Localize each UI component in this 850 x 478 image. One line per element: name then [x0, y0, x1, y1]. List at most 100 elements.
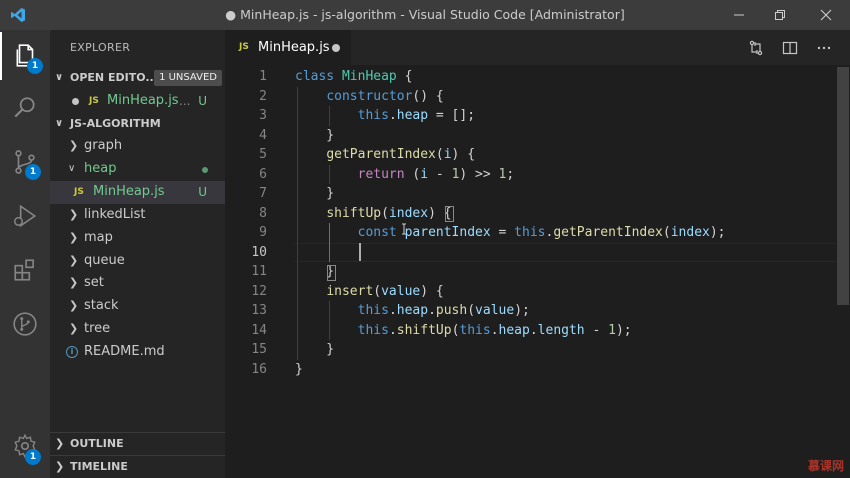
- outline-header[interactable]: ❯ OUTLINE: [50, 432, 225, 454]
- tree-folder-queue[interactable]: ❯ queue: [50, 250, 225, 273]
- code-line: this.heap = [];: [357, 108, 476, 123]
- git-graph-activity[interactable]: [0, 300, 50, 348]
- tree-folder-graph[interactable]: ❯ graph: [50, 135, 225, 158]
- tree-item-label: README.md: [84, 344, 165, 359]
- line-number: 12: [251, 283, 267, 299]
- extensions-icon: [14, 259, 34, 281]
- more-icon: [817, 46, 831, 49]
- unsaved-dot-icon: [72, 98, 79, 105]
- code-line: shiftUp(index) {: [326, 205, 452, 221]
- line-number: 16: [251, 361, 267, 377]
- chevron-down-icon: ∨: [68, 163, 76, 174]
- more-actions-button[interactable]: [809, 30, 839, 65]
- current-line-highlight: [295, 242, 836, 262]
- chevron-right-icon: ❯: [69, 322, 79, 335]
- search-activity[interactable]: [0, 84, 50, 132]
- tree-item-label: stack: [84, 298, 119, 313]
- tree-folder-map[interactable]: ❯ map: [50, 227, 225, 250]
- js-file-icon: JS: [74, 187, 84, 197]
- line-number: 14: [251, 322, 267, 338]
- line-number: 4: [259, 127, 267, 143]
- tree-item-label: MinHeap.js: [93, 184, 165, 199]
- vertical-scrollbar[interactable]: [836, 65, 850, 478]
- open-editor-item[interactable]: JS MinHeap.js ... U: [50, 90, 225, 113]
- unsaved-badge: 1 UNSAVED: [154, 70, 222, 86]
- sidebar-title: EXPLORER: [70, 41, 131, 54]
- settings-badge: 1: [25, 449, 41, 465]
- open-changes-button[interactable]: [741, 30, 771, 65]
- open-editors-header[interactable]: ∨ OPEN EDITO... 1 UNSAVED: [50, 67, 225, 89]
- line-number: 10: [251, 244, 267, 260]
- restore-button[interactable]: [760, 0, 800, 30]
- tree-folder-heap[interactable]: ∨ heap: [50, 158, 225, 181]
- code-line: this.shiftUp(this.heap.length - 1);: [357, 322, 632, 338]
- tree-folder-linkedlist[interactable]: ❯ linkedList: [50, 204, 225, 227]
- line-number: 6: [259, 166, 267, 182]
- scm-badge: 1: [25, 164, 41, 180]
- chevron-right-icon: ❯: [55, 437, 65, 450]
- line-number: 1: [259, 69, 267, 84]
- tree-item-label: map: [84, 230, 113, 245]
- line-number: 3: [259, 108, 267, 123]
- source-control-activity[interactable]: 1: [0, 138, 50, 186]
- git-graph-icon: [13, 312, 37, 336]
- code-line: this.heap.push(value);: [357, 303, 530, 318]
- open-editor-name: MinHeap.js: [107, 93, 179, 108]
- activity-bar: 1 1 1: [0, 30, 50, 478]
- code-line: const parentIndex = this.getParentIndex(…: [357, 225, 726, 240]
- bracket-match-highlight: [445, 206, 454, 222]
- open-editors-label: OPEN EDITO...: [70, 71, 158, 84]
- extensions-activity[interactable]: [0, 246, 50, 294]
- code-line: }: [295, 186, 335, 201]
- chevron-right-icon: ❯: [55, 460, 65, 473]
- run-debug-icon: [13, 204, 37, 228]
- watermark-logo: 慕课网: [807, 459, 844, 473]
- timeline-header[interactable]: ❯ TIMELINE: [50, 455, 225, 477]
- compare-changes-icon: [749, 40, 763, 55]
- tree-item-label: queue: [84, 253, 125, 268]
- code-line: }: [295, 361, 303, 377]
- code-editor[interactable]: 1 2 3 4 5 6 7 8 9 10 11 12 13 14 15 16 c…: [225, 65, 850, 478]
- unsaved-dot-icon[interactable]: [332, 44, 340, 52]
- split-editor-button[interactable]: [775, 30, 805, 65]
- tree-folder-tree[interactable]: ❯ tree: [50, 318, 225, 341]
- line-number: 13: [251, 303, 267, 318]
- split-editor-icon: [782, 41, 798, 54]
- chevron-right-icon: ❯: [69, 208, 79, 221]
- code-line: return (i - 1) >> 1;: [357, 166, 515, 182]
- run-debug-activity[interactable]: [0, 192, 50, 240]
- tab-minheap[interactable]: JS MinHeap.js: [225, 30, 351, 65]
- tree-folder-stack[interactable]: ❯ stack: [50, 295, 225, 318]
- line-number: 15: [251, 342, 267, 357]
- info-icon: i: [66, 346, 78, 358]
- js-file-icon: JS: [239, 42, 249, 52]
- line-number: 11: [251, 264, 267, 279]
- code-line: class MinHeap {: [295, 69, 413, 84]
- git-status-untracked: U: [198, 185, 207, 199]
- code-line: insert(value) {: [326, 283, 444, 299]
- scrollbar-thumb[interactable]: [837, 67, 849, 305]
- git-status-untracked: U: [198, 94, 207, 108]
- chevron-right-icon: ❯: [69, 254, 79, 267]
- minimize-button[interactable]: [719, 0, 759, 30]
- explorer-activity[interactable]: 1: [0, 32, 50, 80]
- tree-item-label: graph: [84, 138, 123, 153]
- title-bar: ● MinHeap.js - js-algorithm - Visual Stu…: [0, 0, 850, 30]
- manage-activity[interactable]: 1: [0, 422, 50, 470]
- project-label: JS-ALGORITHM: [70, 117, 161, 130]
- tree-folder-set[interactable]: ❯ set: [50, 272, 225, 295]
- tree-item-label: tree: [84, 321, 111, 336]
- line-number: 5: [259, 147, 267, 162]
- tree-file-readme[interactable]: i README.md: [50, 341, 225, 364]
- code-line: }: [295, 127, 335, 143]
- tab-label: MinHeap.js: [258, 40, 330, 55]
- chevron-right-icon: ❯: [69, 139, 79, 152]
- tree-file-minheap[interactable]: JS MinHeap.js U: [50, 181, 225, 204]
- chevron-down-icon: ∨: [55, 118, 64, 129]
- project-header[interactable]: ∨ JS-ALGORITHM: [50, 113, 225, 135]
- line-number: 9: [259, 225, 267, 240]
- close-button[interactable]: [806, 0, 846, 30]
- text-cursor: [359, 243, 361, 261]
- chevron-right-icon: ❯: [69, 231, 79, 244]
- line-number: 8: [259, 205, 267, 221]
